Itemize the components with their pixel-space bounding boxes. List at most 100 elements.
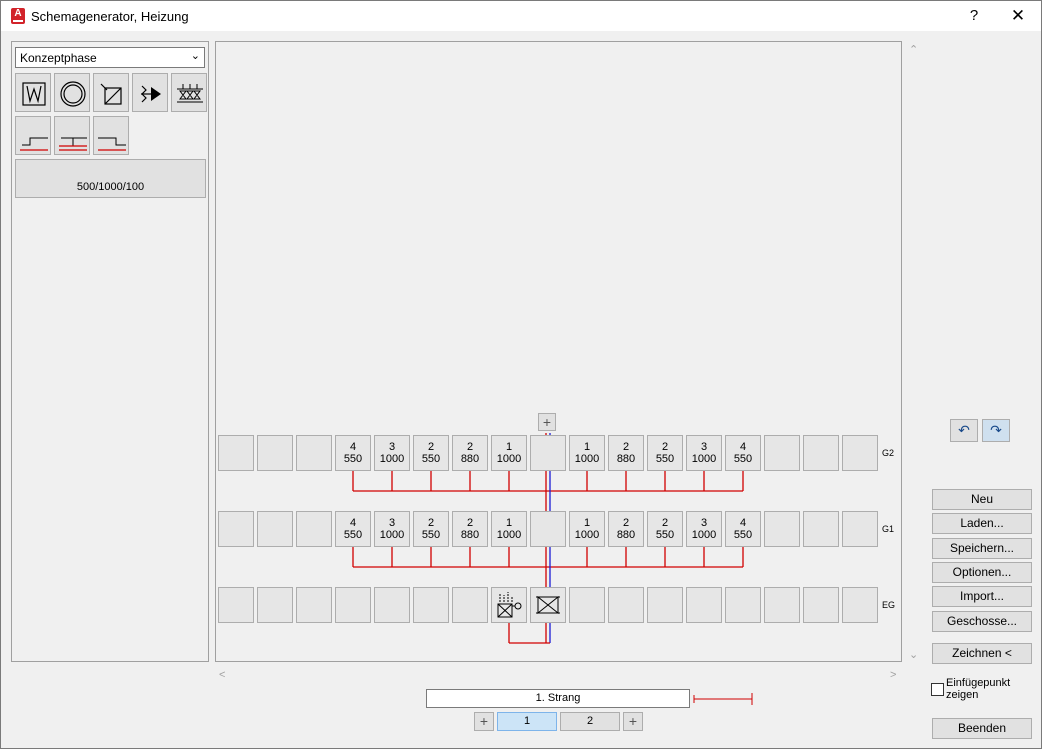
floor-g2-cell-3[interactable] <box>296 435 332 471</box>
floor-eg-cell-4[interactable] <box>335 587 371 623</box>
floor-g1-cell-7[interactable]: 2 880 <box>452 511 488 547</box>
pump-valve-button[interactable] <box>132 73 168 112</box>
add-page-right-button[interactable]: + <box>623 712 643 731</box>
floor-g2-cell-11[interactable]: 2 880 <box>608 435 644 471</box>
floor-g2-cell-12[interactable]: 2 550 <box>647 435 683 471</box>
floor-eg-cell-14[interactable] <box>725 587 761 623</box>
insert-point-checkbox[interactable] <box>931 683 944 696</box>
chevron-down-icon: ⌄ <box>190 50 200 62</box>
strang-name-field[interactable]: 1. Strang <box>426 689 690 708</box>
floor-connection-3-button[interactable] <box>93 116 129 155</box>
floor-g1-cell-12[interactable]: 2 550 <box>647 511 683 547</box>
floor-g2-cell-5[interactable]: 3 1000 <box>374 435 410 471</box>
floor-g1-cell-6[interactable]: 2 550 <box>413 511 449 547</box>
floor-g1-cell-11[interactable]: 2 880 <box>608 511 644 547</box>
cell-radiator-count: 1 <box>505 441 513 453</box>
floor-g2-cell-17[interactable] <box>842 435 878 471</box>
floor-eg-cell-13[interactable] <box>686 587 722 623</box>
floor-g1-cell-17[interactable] <box>842 511 878 547</box>
floor-g1-cell-13[interactable]: 3 1000 <box>686 511 722 547</box>
floor-g2-cell-9[interactable] <box>530 435 566 471</box>
floor-eg-cell-1[interactable] <box>218 587 254 623</box>
floor-eg-cell-8[interactable] <box>491 587 527 623</box>
redo-button[interactable]: ↷ <box>982 419 1010 442</box>
scroll-up-arrow[interactable]: ⌃ <box>909 43 918 56</box>
floor-eg-cell-12[interactable] <box>647 587 683 623</box>
floor-connection-1-button[interactable] <box>15 116 51 155</box>
floor-eg-cell-3[interactable] <box>296 587 332 623</box>
floor-g2-cell-14[interactable]: 4 550 <box>725 435 761 471</box>
floor-g1-cell-2[interactable] <box>257 511 293 547</box>
radiator-button[interactable] <box>15 73 51 112</box>
scroll-down-arrow[interactable]: ⌄ <box>909 648 918 661</box>
floor-g1-cell-5[interactable]: 3 1000 <box>374 511 410 547</box>
floor-g1-cell-16[interactable] <box>803 511 839 547</box>
circle-button[interactable] <box>54 73 90 112</box>
close-button[interactable]: ✕ <box>1007 6 1029 26</box>
cell-radiator-length: 550 <box>733 453 753 465</box>
undo-button[interactable]: ↶ <box>950 419 978 442</box>
floor-eg-cell-2[interactable] <box>257 587 293 623</box>
cell-radiator-count: 2 <box>661 441 669 453</box>
floor-g1-cell-4[interactable]: 4 550 <box>335 511 371 547</box>
page-1-tab[interactable]: 1 <box>497 712 557 731</box>
scroll-left-arrow[interactable]: < <box>219 669 225 681</box>
scroll-right-arrow[interactable]: > <box>890 669 896 681</box>
floor-g2-cell-15[interactable] <box>764 435 800 471</box>
floor-eg-cell-10[interactable] <box>569 587 605 623</box>
cell-radiator-count: 4 <box>349 441 357 453</box>
help-button[interactable]: ? <box>963 6 985 26</box>
floor-g2-cell-4[interactable]: 4 550 <box>335 435 371 471</box>
page-2-tab[interactable]: 2 <box>560 712 620 731</box>
mixer-icon <box>100 83 122 105</box>
floor-g2-cell-1[interactable] <box>218 435 254 471</box>
floor-g2-cell-16[interactable] <box>803 435 839 471</box>
cell-radiator-length: 880 <box>616 453 636 465</box>
floor-eg-cell-15[interactable] <box>764 587 800 623</box>
floor-label-g2: G2 <box>882 448 895 458</box>
draw-button[interactable]: Zeichnen < <box>932 643 1032 664</box>
cell-radiator-length: 550 <box>655 453 675 465</box>
floor-g1-cell-3[interactable] <box>296 511 332 547</box>
save-button[interactable]: Speichern... <box>932 538 1032 559</box>
floor-eg-cell-5[interactable] <box>374 587 410 623</box>
floor-g2-cell-6[interactable]: 2 550 <box>413 435 449 471</box>
cell-radiator-count: 2 <box>427 517 435 529</box>
new-button[interactable]: Neu <box>932 489 1032 510</box>
floor-g1-cell-14[interactable]: 4 550 <box>725 511 761 547</box>
floor-eg-cell-16[interactable] <box>803 587 839 623</box>
floor-eg-cell-11[interactable] <box>608 587 644 623</box>
floor-eg-cell-6[interactable] <box>413 587 449 623</box>
import-button[interactable]: Import... <box>932 586 1032 607</box>
floor-g2-cell-10[interactable]: 1 1000 <box>569 435 605 471</box>
cell-radiator-count: 1 <box>583 517 591 529</box>
load-button[interactable]: Laden... <box>932 513 1032 534</box>
floor-g1-cell-15[interactable] <box>764 511 800 547</box>
phase-dropdown[interactable]: Konzeptphase ⌄ <box>15 47 205 68</box>
cell-radiator-length: 1000 <box>379 453 405 465</box>
cell-radiator-count: 3 <box>700 441 708 453</box>
floor-eg-cell-17[interactable] <box>842 587 878 623</box>
exit-button[interactable]: Beenden <box>932 718 1032 739</box>
floor-eg-cell-7[interactable] <box>452 587 488 623</box>
floor-g2-cell-13[interactable]: 3 1000 <box>686 435 722 471</box>
floor-g2-cell-8[interactable]: 1 1000 <box>491 435 527 471</box>
mixer-button[interactable] <box>93 73 129 112</box>
options-button[interactable]: Optionen... <box>932 562 1032 583</box>
floor-g2-cell-7[interactable]: 2 880 <box>452 435 488 471</box>
floor-g1-cell-1[interactable] <box>218 511 254 547</box>
floor-g2-cell-2[interactable] <box>257 435 293 471</box>
floors-button[interactable]: Geschosse... <box>932 611 1032 632</box>
pump-valve-icon <box>141 85 161 103</box>
add-page-left-button[interactable]: + <box>474 712 494 731</box>
schema-canvas[interactable]: + 4 550 3 1000 2 550 2 880 1 1000 1 1000 2 880 2 550 3 10… <box>215 41 902 662</box>
floor-eg-cell-9[interactable] <box>530 587 566 623</box>
floor-g1-cell-9[interactable] <box>530 511 566 547</box>
dimension-button[interactable]: 500/1000/100 <box>15 159 206 198</box>
undo-icon: ↶ <box>958 422 970 438</box>
floor-connection-2-button[interactable] <box>54 116 90 155</box>
floor-g1-cell-8[interactable]: 1 1000 <box>491 511 527 547</box>
manifold-button[interactable] <box>171 73 207 112</box>
floor-g1-cell-10[interactable]: 1 1000 <box>569 511 605 547</box>
cell-radiator-count: 2 <box>427 441 435 453</box>
